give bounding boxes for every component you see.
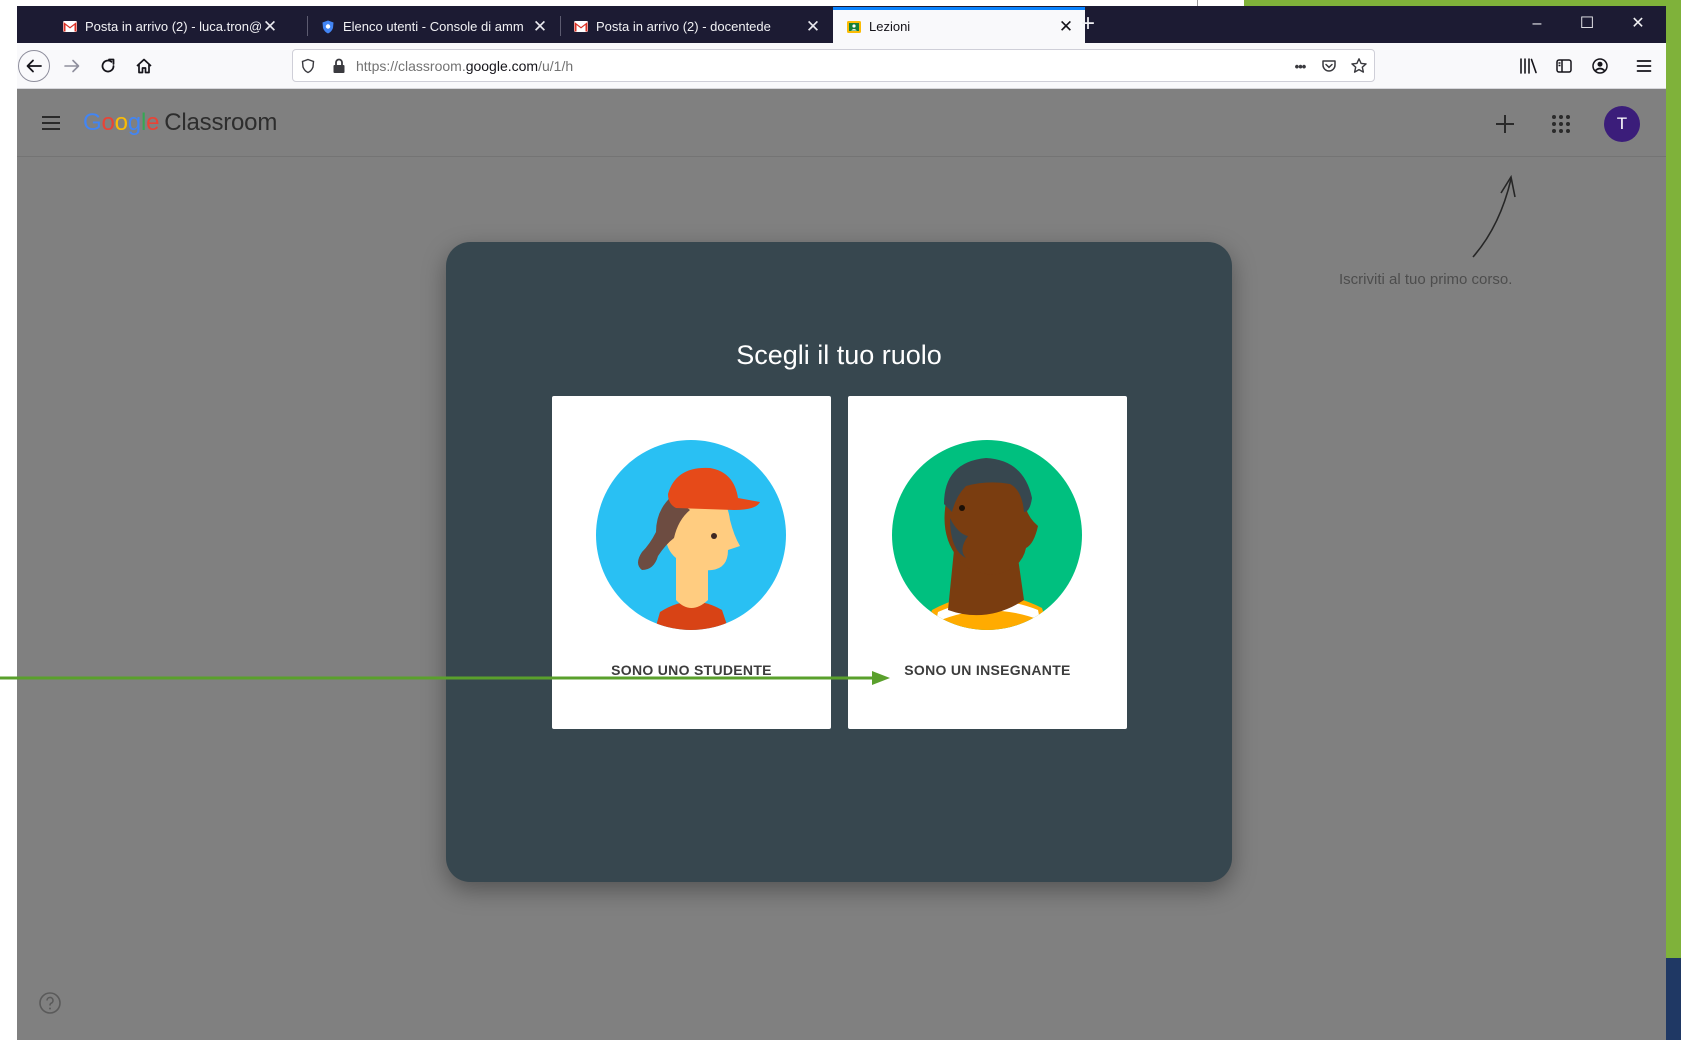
tab-strip: Posta in arrivo (2) - luca.tron@c ✕ Elen… (17, 6, 1666, 43)
main-menu-icon[interactable] (39, 111, 63, 135)
annotation-arrow-icon (0, 671, 890, 685)
tab-lezioni[interactable]: Lezioni ✕ (833, 7, 1085, 43)
tab-label: Elenco utenti - Console di amm (343, 19, 524, 34)
home-icon (136, 58, 152, 74)
join-class-hint: Iscriviti al tuo primo corso. (1339, 271, 1513, 288)
role-selection-dialog: Scegli il tuo ruolo SONO UNO STUDENTE SO… (446, 242, 1232, 882)
logo-letter: o (101, 109, 115, 136)
browser-window: Posta in arrivo (2) - luca.tron@c ✕ Elen… (17, 6, 1666, 1040)
bookmark-star-icon[interactable] (1349, 56, 1369, 76)
library-icon (1520, 58, 1537, 74)
sidebar-button[interactable] (1548, 50, 1580, 82)
gmail-icon (574, 20, 588, 34)
logo-letter: G (83, 109, 102, 136)
minimize-icon[interactable]: – (1517, 12, 1557, 38)
library-button[interactable] (1512, 50, 1544, 82)
new-tab-button[interactable]: + (1073, 10, 1103, 40)
slide-accent-block (1666, 958, 1681, 1040)
page-actions-icon[interactable]: ••• (1290, 56, 1310, 76)
logo-letter: g (127, 109, 141, 136)
slide-canvas: Posta in arrivo (2) - luca.tron@c ✕ Elen… (0, 0, 1681, 1040)
apps-grid-icon (1552, 115, 1570, 133)
classroom-app-bar: Google Classroom T (17, 89, 1666, 157)
home-button[interactable] (128, 50, 160, 82)
help-icon[interactable] (38, 991, 62, 1015)
pocket-icon[interactable] (1319, 56, 1339, 76)
logo-letter: e (146, 109, 160, 136)
url-text[interactable]: https://classroom.google.com/u/1/h (356, 58, 573, 74)
url-bar[interactable]: https://classroom.google.com/u/1/h ••• (292, 49, 1375, 82)
plus-icon (1496, 115, 1514, 133)
account-button[interactable] (1584, 50, 1616, 82)
url-path: /u/1/h (538, 58, 574, 74)
close-icon[interactable]: ✕ (804, 17, 822, 37)
close-icon[interactable]: ✕ (261, 17, 279, 37)
dialog-title: Scegli il tuo ruolo (736, 340, 942, 370)
google-classroom-logo[interactable]: Google Classroom (83, 109, 277, 137)
classroom-icon (847, 20, 861, 34)
shield-icon[interactable] (298, 56, 318, 76)
account-avatar[interactable]: T (1604, 106, 1640, 142)
close-icon[interactable]: ✕ (531, 17, 549, 37)
tab-label: Posta in arrivo (2) - docentede (596, 19, 771, 34)
account-icon (1592, 58, 1608, 74)
navigation-toolbar: https://classroom.google.com/u/1/h ••• (17, 43, 1666, 89)
arrow-left-icon (26, 59, 42, 73)
app-menu-button[interactable] (1628, 50, 1660, 82)
logo-product-name: Classroom (164, 109, 278, 136)
arrow-right-icon (64, 59, 80, 73)
google-apps-button[interactable] (1548, 111, 1574, 137)
student-illustration-icon (596, 440, 786, 630)
sidebar-icon (1556, 59, 1572, 73)
classroom-page: Google Classroom T Iscriviti al tuo prim… (17, 89, 1666, 1040)
tab-gmail-inbox-luca[interactable]: Posta in arrivo (2) - luca.tron@c ✕ (49, 10, 289, 43)
tab-label: Lezioni (869, 19, 911, 34)
hamburger-icon (1636, 60, 1652, 72)
tab-admin-console[interactable]: Elenco utenti - Console di amm ✕ (307, 10, 559, 43)
hint-arrow-icon (1472, 174, 1516, 258)
teacher-illustration-icon (892, 440, 1082, 630)
reload-button[interactable] (92, 50, 124, 82)
forward-button[interactable] (56, 50, 88, 82)
tab-gmail-inbox-docente[interactable]: Posta in arrivo (2) - docentede ✕ (560, 10, 832, 43)
reload-icon (101, 58, 115, 73)
lock-icon[interactable] (329, 56, 349, 76)
gmail-icon (63, 20, 77, 34)
window-close-icon[interactable]: ✕ (1618, 12, 1658, 38)
maximize-icon[interactable]: ☐ (1567, 12, 1607, 38)
tab-label: Posta in arrivo (2) - luca.tron@c (85, 19, 261, 34)
create-or-join-class-button[interactable] (1492, 111, 1518, 137)
url-prefix: https://classroom. (356, 58, 466, 74)
logo-letter: o (114, 109, 128, 136)
slide-accent-bar-right (1666, 0, 1681, 1040)
back-button[interactable] (18, 50, 50, 82)
url-host: google.com (465, 58, 539, 74)
admin-console-icon (321, 20, 335, 34)
